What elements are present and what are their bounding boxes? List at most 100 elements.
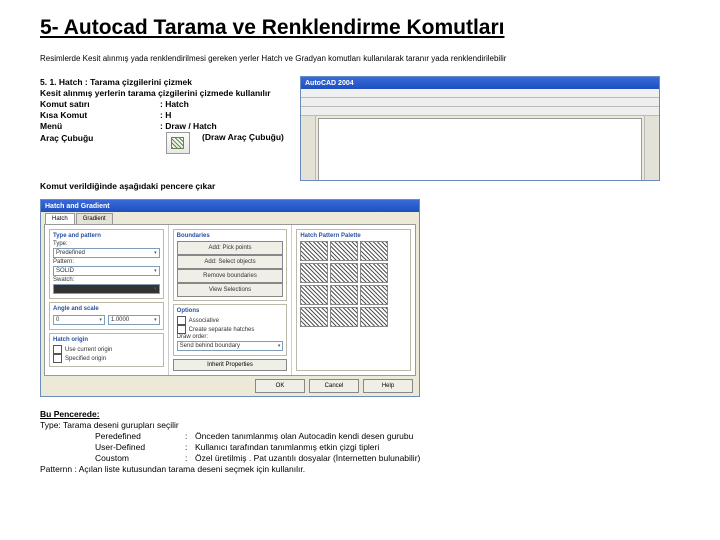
swatch-k: Swatch: [53, 277, 160, 283]
group-options: Options Associative Create separate hatc… [173, 304, 288, 356]
swatch[interactable] [360, 307, 388, 327]
remove-boundaries-button[interactable]: Remove boundaries [177, 269, 284, 283]
swatch[interactable] [330, 285, 358, 305]
page-title: 5- Autocad Tarama ve Renklendirme Komutl… [40, 16, 680, 40]
colon: : [185, 431, 195, 441]
ok-button[interactable]: OK [255, 379, 305, 393]
swatch[interactable] [360, 241, 388, 261]
k: Coustom [95, 453, 185, 463]
pattern-palette: Hatch Pattern Palette [296, 229, 411, 371]
swatch[interactable] [330, 241, 358, 261]
draw-order-k: Draw order: [177, 334, 284, 340]
t: Associative [189, 318, 219, 324]
colon: : [185, 453, 195, 463]
inherit-properties-button[interactable]: Inherit Properties [173, 359, 288, 371]
k: Komut satırı [40, 99, 160, 109]
col-left: Type and pattern Type: Predefined Patter… [45, 225, 169, 375]
left-toolbar [301, 116, 316, 181]
help-button[interactable]: Help [363, 379, 413, 393]
val: 1.0000 [111, 317, 129, 323]
toolbar-row [301, 107, 659, 116]
v: Özel üretilmiş . Pat uzantılı dosyalar (… [195, 453, 420, 463]
opt-separate[interactable]: Create separate hatches [177, 325, 284, 334]
bp-type-line: Type: Tarama deseni gurupları seçilir [40, 420, 680, 430]
origin-opt1[interactable]: Use current origin [53, 345, 160, 354]
dialog-intro: Komut verildiğinde aşağıdaki pencere çık… [40, 181, 680, 191]
swatch[interactable] [360, 285, 388, 305]
lbl: Type and pattern [53, 233, 160, 239]
swatch[interactable] [330, 307, 358, 327]
lbl: Hatch origin [53, 337, 160, 343]
cancel-button[interactable]: Cancel [309, 379, 359, 393]
autocad-main-window: AutoCAD 2004 [300, 76, 660, 181]
swatch[interactable] [330, 263, 358, 283]
toolbar-row [301, 98, 659, 107]
type-dropdown[interactable]: Predefined [53, 248, 160, 258]
v: : H [160, 110, 171, 120]
view-selections-button[interactable]: View Selections [177, 283, 284, 297]
bp-pattern-line: Patternn : Açılan liste kutusundan taram… [40, 464, 680, 474]
group-origin: Hatch origin Use current origin Specifie… [49, 333, 164, 367]
t: Use current origin [65, 347, 112, 353]
k: User-Defined [95, 442, 185, 452]
group-angle-scale: Angle and scale 0 1.0000 [49, 302, 164, 330]
val: Send behind boundary [180, 343, 240, 349]
tab-gradient[interactable]: Gradient [76, 213, 113, 224]
draw-order-dropdown[interactable]: Send behind boundary [177, 341, 284, 351]
pattern-k: Pattern: [53, 259, 160, 265]
intro-text: Resimlerde Kesit alınmış yada renklendir… [40, 54, 680, 63]
bp-row-custom: Coustom : Özel üretilmiş . Pat uzantılı … [40, 453, 680, 463]
swatch[interactable] [300, 285, 328, 305]
lbl: Options [177, 308, 284, 314]
lbl: Hatch Pattern Palette [300, 233, 407, 239]
pattern-dropdown[interactable]: SOLID [53, 266, 160, 276]
val: 0 [56, 317, 59, 323]
bp-row-userdefined: User-Defined : Kullanıcı tarafından tanı… [40, 442, 680, 452]
colon: : [185, 442, 195, 452]
lbl: Boundaries [177, 233, 284, 239]
row-arac-cubugu: Araç Çubuğu [40, 133, 160, 143]
pick-points-button[interactable]: Add: Pick points [177, 241, 284, 255]
swatch[interactable] [360, 263, 388, 283]
dialog-titlebar: Hatch and Gradient [41, 200, 419, 212]
swatch[interactable] [300, 307, 328, 327]
swatch[interactable] [300, 241, 328, 261]
type-k: Type: [53, 241, 160, 247]
window-titlebar: AutoCAD 2004 [301, 77, 659, 89]
v: Önceden tanımlanmış olan Autocadin kendi… [195, 431, 413, 441]
drawing-canvas [318, 118, 642, 181]
v: : Draw / Hatch [160, 121, 217, 131]
swatch-preview[interactable] [53, 284, 160, 294]
draw-toolbar-label: (Draw Araç Çubuğu) [202, 132, 284, 142]
group-boundaries: Boundaries Add: Pick points Add: Select … [173, 229, 288, 301]
bu-pencerede-head: Bu Pencerede: [40, 409, 680, 419]
hatch-dialog: Hatch and Gradient Hatch Gradient Type a… [40, 199, 420, 397]
angle-dropdown[interactable]: 0 [53, 315, 105, 325]
swatch[interactable] [300, 263, 328, 283]
k: Peredefined [95, 431, 185, 441]
bp-row-predefined: Peredefined : Önceden tanımlanmış olan A… [40, 431, 680, 441]
v: Kullanıcı tarafından tanımlanmış etkin ç… [195, 442, 379, 452]
val: SOLID [56, 268, 74, 274]
k: Menü [40, 121, 160, 131]
k: Araç Çubuğu [40, 133, 160, 143]
hatch-toolbar-icon [166, 132, 190, 154]
origin-opt2[interactable]: Specified origin [53, 354, 160, 363]
t: Specified origin [65, 356, 106, 362]
group-type-pattern: Type and pattern Type: Predefined Patter… [49, 229, 164, 299]
col-right: Hatch Pattern Palette [292, 225, 415, 375]
tab-hatch[interactable]: Hatch [45, 213, 75, 224]
select-objects-button[interactable]: Add: Select objects [177, 255, 284, 269]
val: Predefined [56, 250, 85, 256]
t: Create separate hatches [189, 327, 255, 333]
right-toolbar [644, 116, 659, 181]
dialog-footer: OK Cancel Help [41, 376, 419, 396]
k: Kısa Komut [40, 110, 160, 120]
scale-dropdown[interactable]: 1.0000 [108, 315, 160, 325]
swatches [300, 241, 407, 327]
lbl: Angle and scale [53, 306, 160, 312]
col-mid: Boundaries Add: Pick points Add: Select … [169, 225, 293, 375]
v: : Hatch [160, 99, 189, 109]
opt-associative[interactable]: Associative [177, 316, 284, 325]
menubar [301, 89, 659, 98]
